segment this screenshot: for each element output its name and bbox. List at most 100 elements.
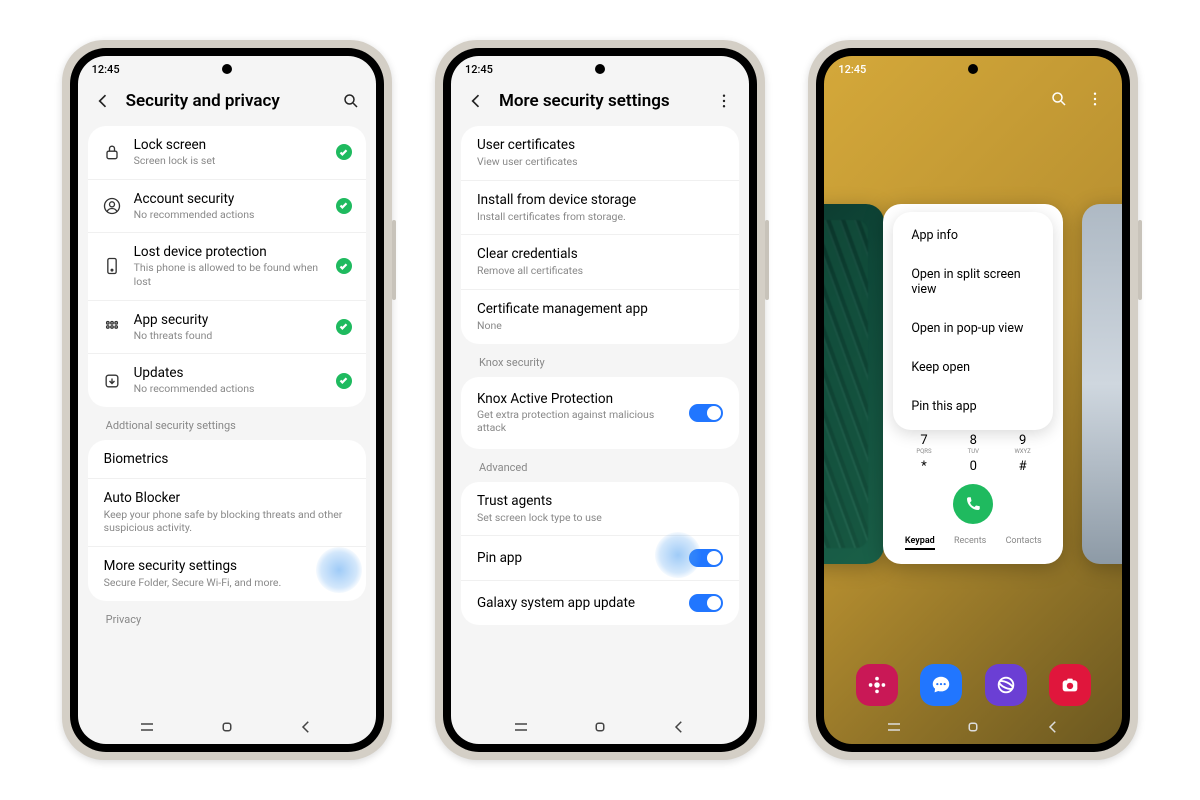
status-ok-icon bbox=[336, 144, 352, 160]
nav-recents-icon[interactable] bbox=[885, 718, 903, 736]
search-icon[interactable] bbox=[340, 90, 362, 112]
toggle-galaxy-update[interactable] bbox=[689, 594, 723, 612]
row-app-security[interactable]: App security No threats found bbox=[88, 301, 366, 355]
toggle-knox[interactable] bbox=[689, 404, 723, 422]
nav-back-icon[interactable] bbox=[297, 718, 315, 736]
nav-recents-icon[interactable] bbox=[138, 718, 156, 736]
row-pin-app[interactable]: Pin app bbox=[461, 536, 739, 581]
status-time: 12:45 bbox=[838, 63, 866, 76]
row-label: Knox Active Protection bbox=[477, 391, 677, 407]
dock-app-camera[interactable] bbox=[1049, 664, 1091, 706]
row-label: Trust agents bbox=[477, 493, 723, 509]
row-user-certificates[interactable]: User certificates View user certificates bbox=[461, 126, 739, 181]
row-label: Lock screen bbox=[134, 137, 324, 153]
toggle-pin-app[interactable] bbox=[689, 549, 723, 567]
row-sub: Set screen lock type to use bbox=[477, 511, 723, 525]
header: More security settings bbox=[451, 82, 749, 126]
screen-security-privacy: 12:45 Security and privacy bbox=[78, 56, 376, 744]
nav-home-icon[interactable] bbox=[964, 718, 982, 736]
row-sub: None bbox=[477, 319, 723, 333]
dock-app-gallery[interactable] bbox=[856, 664, 898, 706]
nav-home-icon[interactable] bbox=[591, 718, 609, 736]
key-7[interactable]: 7PQRS bbox=[909, 433, 939, 455]
row-label: Lost device protection bbox=[134, 244, 324, 260]
row-lost-device[interactable]: Lost device protection This phone is all… bbox=[88, 233, 366, 300]
app-context-menu: App info Open in split screen view Open … bbox=[893, 212, 1053, 430]
row-label: Clear credentials bbox=[477, 246, 723, 262]
row-galaxy-update[interactable]: Galaxy system app update bbox=[461, 581, 739, 625]
status-ok-icon bbox=[336, 319, 352, 335]
row-label: Pin app bbox=[477, 550, 677, 566]
row-more-security[interactable]: More security settings Secure Folder, Se… bbox=[88, 547, 366, 601]
menu-pin-app[interactable]: Pin this app bbox=[893, 387, 1053, 426]
row-label: Certificate management app bbox=[477, 301, 723, 317]
row-sub: No recommended actions bbox=[134, 208, 324, 222]
advanced-card: Trust agents Set screen lock type to use… bbox=[461, 482, 739, 626]
phone-frame-2: 12:45 More security settings User certif… bbox=[435, 40, 765, 760]
search-icon[interactable] bbox=[1048, 88, 1070, 110]
dock-app-browser[interactable] bbox=[985, 664, 1027, 706]
recents-carousel[interactable]: App info Open in split screen view Open … bbox=[824, 110, 1122, 658]
recent-app-right[interactable] bbox=[1082, 204, 1122, 564]
menu-popup-view[interactable]: Open in pop-up view bbox=[893, 309, 1053, 348]
row-updates[interactable]: Updates No recommended actions bbox=[88, 354, 366, 407]
content-scroll[interactable]: User certificates View user certificates… bbox=[451, 126, 749, 710]
menu-split-screen[interactable]: Open in split screen view bbox=[893, 255, 1053, 309]
key-hash[interactable]: # bbox=[1008, 459, 1038, 474]
row-account-security[interactable]: Account security No recommended actions bbox=[88, 180, 366, 234]
lock-icon bbox=[102, 142, 122, 162]
row-auto-blocker[interactable]: Auto Blocker Keep your phone safe by blo… bbox=[88, 479, 366, 547]
tab-contacts[interactable]: Contacts bbox=[1006, 536, 1042, 550]
phone-bezel: 12:45 Security and privacy bbox=[70, 48, 384, 752]
row-trust-agents[interactable]: Trust agents Set screen lock type to use bbox=[461, 482, 739, 537]
key-star[interactable]: * bbox=[909, 459, 939, 474]
key-8[interactable]: 8TUV bbox=[958, 433, 988, 455]
row-label: User certificates bbox=[477, 137, 723, 153]
back-icon[interactable] bbox=[92, 90, 114, 112]
recents-toolbar bbox=[824, 82, 1122, 110]
row-label: Galaxy system app update bbox=[477, 595, 677, 611]
row-install-storage[interactable]: Install from device storage Install cert… bbox=[461, 181, 739, 236]
nav-back-icon[interactable] bbox=[670, 718, 688, 736]
more-icon[interactable] bbox=[1084, 88, 1106, 110]
row-sub: Screen lock is set bbox=[134, 154, 324, 168]
row-cert-management[interactable]: Certificate management app None bbox=[461, 290, 739, 344]
key-9[interactable]: 9WXYZ bbox=[1008, 433, 1038, 455]
status-time: 12:45 bbox=[465, 63, 493, 76]
dialer-preview: 7PQRS 8TUV 9WXYZ * 0 # bbox=[883, 423, 1063, 564]
row-label: Account security bbox=[134, 191, 324, 207]
device-location-icon bbox=[102, 256, 122, 276]
row-sub: Remove all certificates bbox=[477, 264, 723, 278]
nav-back-icon[interactable] bbox=[1044, 718, 1062, 736]
additional-card: Biometrics Auto Blocker Keep your phone … bbox=[88, 440, 366, 601]
security-status-card: Lock screen Screen lock is set Account s… bbox=[88, 126, 366, 407]
menu-keep-open[interactable]: Keep open bbox=[893, 348, 1053, 387]
row-biometrics[interactable]: Biometrics bbox=[88, 440, 366, 479]
nav-home-icon[interactable] bbox=[218, 718, 236, 736]
row-sub: Install certificates from storage. bbox=[477, 210, 723, 224]
row-label: More security settings bbox=[104, 558, 350, 574]
section-header-knox: Knox security bbox=[461, 344, 739, 377]
more-icon[interactable] bbox=[713, 90, 735, 112]
row-clear-credentials[interactable]: Clear credentials Remove all certificate… bbox=[461, 235, 739, 290]
back-icon[interactable] bbox=[465, 90, 487, 112]
call-button[interactable] bbox=[953, 484, 993, 524]
row-label: Auto Blocker bbox=[104, 490, 350, 506]
recent-app-left[interactable] bbox=[824, 204, 884, 564]
front-camera bbox=[968, 64, 978, 74]
row-lock-screen[interactable]: Lock screen Screen lock is set bbox=[88, 126, 366, 180]
key-0[interactable]: 0 bbox=[958, 459, 988, 474]
tab-recents[interactable]: Recents bbox=[954, 536, 986, 550]
recent-app-phone[interactable]: App info Open in split screen view Open … bbox=[883, 204, 1063, 564]
screen-more-security: 12:45 More security settings User certif… bbox=[451, 56, 749, 744]
nav-recents-icon[interactable] bbox=[512, 718, 530, 736]
header: Security and privacy bbox=[78, 82, 376, 126]
phone-bezel: 12:45 App info Open in split screen view bbox=[816, 48, 1130, 752]
apps-icon bbox=[102, 317, 122, 337]
tab-keypad[interactable]: Keypad bbox=[905, 536, 935, 550]
dock-app-messages[interactable] bbox=[920, 664, 962, 706]
menu-app-info[interactable]: App info bbox=[893, 216, 1053, 255]
phone-bezel: 12:45 More security settings User certif… bbox=[443, 48, 757, 752]
content-scroll[interactable]: Lock screen Screen lock is set Account s… bbox=[78, 126, 376, 710]
row-knox-protection[interactable]: Knox Active Protection Get extra protect… bbox=[461, 377, 739, 449]
